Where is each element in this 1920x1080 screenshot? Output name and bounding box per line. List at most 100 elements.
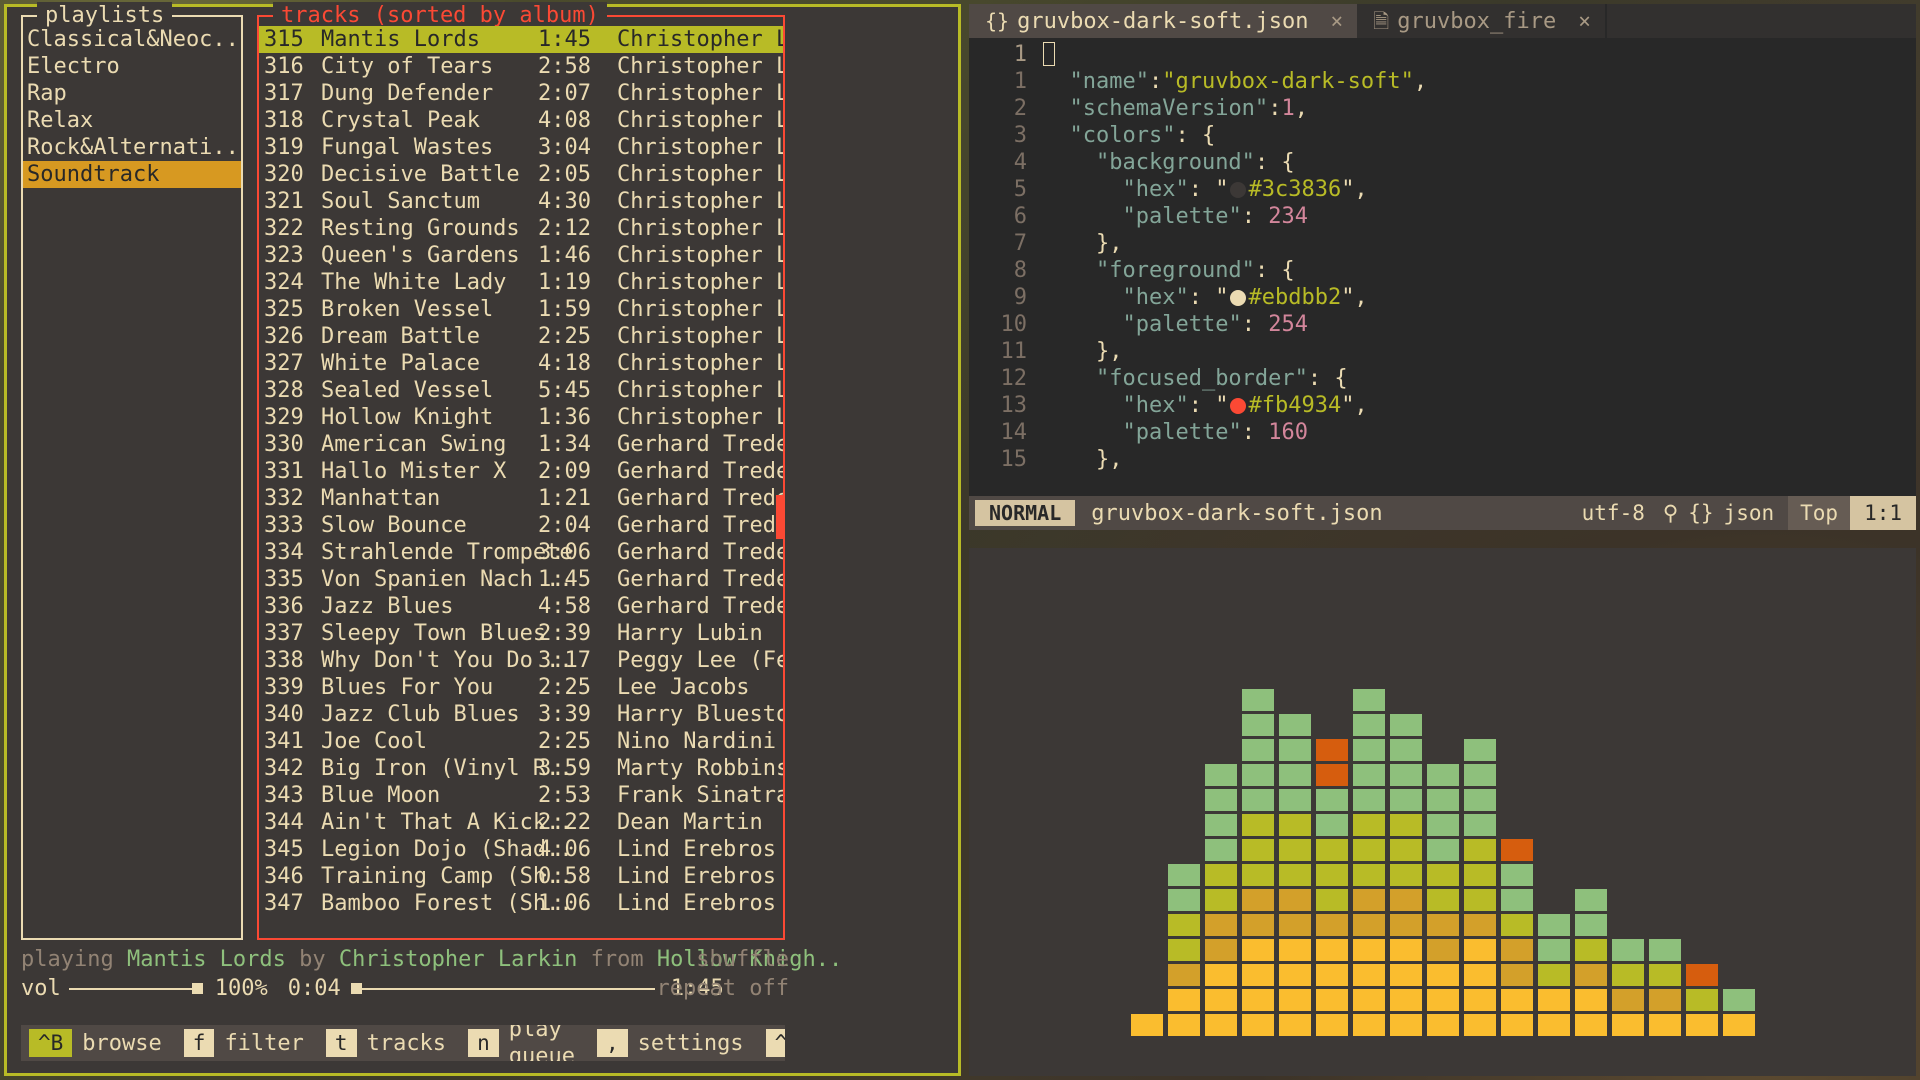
editor-line[interactable]: 1	[969, 41, 1916, 68]
track-row[interactable]: 335Von Spanien Nach ..1:45Gerhard Trede	[259, 566, 783, 593]
volume-slider[interactable]	[69, 983, 203, 994]
track-row[interactable]: 328Sealed Vessel5:45Christopher Lar..	[259, 377, 783, 404]
visualizer-bar-segment	[1501, 889, 1533, 911]
tracks-scrollbar[interactable]	[776, 495, 784, 539]
track-row[interactable]: 334Strahlende Trompete3:06Gerhard Trede	[259, 539, 783, 566]
track-number: 336	[259, 593, 321, 620]
editor-line[interactable]: 5 "hex": "#3c3836",	[969, 176, 1916, 203]
track-row[interactable]: 346Training Camp (Sh..0:58Lind Erebros	[259, 863, 783, 890]
line-content: "hex": "#fb4934",	[1043, 392, 1916, 419]
track-row[interactable]: 329Hollow Knight1:36Christopher Lar..	[259, 404, 783, 431]
playlist-item[interactable]: Electro	[23, 53, 241, 80]
track-row[interactable]: 341Joe Cool2:25Nino Nardini	[259, 728, 783, 755]
editor-filename: gruvbox-dark-soft.json	[1091, 500, 1382, 527]
keybind-play-queue[interactable]: nplay queue	[460, 1025, 589, 1061]
visualizer-bar-segment	[1316, 764, 1348, 786]
editor-line[interactable]: 1 "name":"gruvbox-dark-soft",	[969, 68, 1916, 95]
editor-line[interactable]: 3 "colors": {	[969, 122, 1916, 149]
visualizer-bar-segment	[1353, 964, 1385, 986]
keybind-browse[interactable]: ^Bbrowse	[21, 1025, 176, 1061]
track-row[interactable]: 337Sleepy Town Blues2:39Harry Lubin	[259, 620, 783, 647]
keybind-filter[interactable]: ffilter	[176, 1025, 318, 1061]
track-row[interactable]: 347Bamboo Forest (Sh..1:06Lind Erebros	[259, 890, 783, 917]
visualizer-bar-segment	[1575, 914, 1607, 936]
editor-line[interactable]: 4 "background": {	[969, 149, 1916, 176]
keybind-tracks[interactable]: ttracks	[318, 1025, 460, 1061]
track-row[interactable]: 333Slow Bounce2:04Gerhard Trede	[259, 512, 783, 539]
editor-line[interactable]: 14 "palette": 160	[969, 419, 1916, 446]
track-row[interactable]: 342Big Iron (Vinyl R..3:59Marty Robbins	[259, 755, 783, 782]
editor-line[interactable]: 6 "palette": 234	[969, 203, 1916, 230]
editor-line[interactable]: 12 "focused_border": {	[969, 365, 1916, 392]
keybind-extra[interactable]: ^D	[758, 1025, 785, 1061]
playlist-item[interactable]: Rap	[23, 80, 241, 107]
track-row[interactable]: 321Soul Sanctum4:30Christopher Lar..	[259, 188, 783, 215]
playlists-list[interactable]: Classical&Neoc..ElectroRapRelaxRock&Alte…	[23, 26, 241, 188]
track-row[interactable]: 332Manhattan1:21Gerhard Trede	[259, 485, 783, 512]
track-row[interactable]: 325Broken Vessel1:59Christopher Lar..	[259, 296, 783, 323]
track-row[interactable]: 344Ain't That A Kick..2:22Dean Martin	[259, 809, 783, 836]
editor-tabline[interactable]: {}gruvbox-dark-soft.json×🗎gruvbox_fire×	[969, 4, 1916, 38]
track-row[interactable]: 345Legion Dojo (Shad..4:06Lind Erebros	[259, 836, 783, 863]
visualizer-bar	[1353, 686, 1385, 1036]
editor-line[interactable]: 11 },	[969, 338, 1916, 365]
visualizer-bar-segment	[1242, 964, 1274, 986]
track-row[interactable]: 331Hallo Mister X2:09Gerhard Trede	[259, 458, 783, 485]
tab-close-icon[interactable]: ×	[1331, 8, 1344, 35]
editor-tab[interactable]: 🗎gruvbox_fire×	[1357, 4, 1605, 38]
visualizer-bar-segment	[1353, 914, 1385, 936]
track-row[interactable]: 340Jazz Club Blues3:39Harry Bluestone	[259, 701, 783, 728]
visualizer-bar-segment	[1501, 964, 1533, 986]
track-row[interactable]: 336Jazz Blues4:58Gerhard Trede	[259, 593, 783, 620]
track-row[interactable]: 316City of Tears2:58Christopher Lar..	[259, 53, 783, 80]
track-title: Queen's Gardens	[321, 242, 519, 269]
track-row[interactable]: 327White Palace4:18Christopher Lar..	[259, 350, 783, 377]
track-row[interactable]: 315Mantis Lords1:45Christopher Lar..	[259, 26, 783, 53]
track-row[interactable]: 322Resting Grounds2:12Christopher Lar..	[259, 215, 783, 242]
track-row[interactable]: 338Why Don't You Do ..3:17Peggy Lee (Fea…	[259, 647, 783, 674]
keybind-bar[interactable]: ^Bbrowseffilterttracksnplay queue,settin…	[21, 1025, 785, 1061]
visualizer-bar-segment	[1353, 889, 1385, 911]
track-row[interactable]: 317Dung Defender2:07Christopher Lar..	[259, 80, 783, 107]
visualizer-bar-segment	[1279, 989, 1311, 1011]
editor-line[interactable]: 8 "foreground": {	[969, 257, 1916, 284]
volume-slider-knob[interactable]	[192, 983, 203, 994]
seek-slider-knob[interactable]	[351, 983, 362, 994]
track-duration: 3:17	[519, 647, 591, 674]
seek-slider[interactable]	[351, 983, 655, 994]
playlists-panel[interactable]: playlists Classical&Neoc..ElectroRapRela…	[21, 15, 243, 940]
playlist-item[interactable]: Soundtrack	[23, 161, 241, 188]
playlist-item[interactable]: Rock&Alternati..	[23, 134, 241, 161]
track-row[interactable]: 320Decisive Battle2:05Christopher Lar..	[259, 161, 783, 188]
track-row[interactable]: 343Blue Moon2:53Frank Sinatra	[259, 782, 783, 809]
seek-slider-track[interactable]	[362, 988, 655, 990]
line-number: 11	[969, 338, 1043, 365]
line-number: 3	[969, 122, 1043, 149]
editor-line[interactable]: 7 },	[969, 230, 1916, 257]
track-artist: Lee Jacobs	[591, 674, 783, 701]
shuffle-toggle[interactable]: shuffle	[657, 945, 789, 974]
repeat-toggle[interactable]: repeat off	[657, 974, 789, 1003]
playlist-item[interactable]: Relax	[23, 107, 241, 134]
tabline-filler	[1605, 4, 1916, 38]
editor-buffer[interactable]: 11 "name":"gruvbox-dark-soft",2 "schemaV…	[969, 38, 1916, 496]
keybind-settings[interactable]: ,settings	[589, 1025, 758, 1061]
editor-line[interactable]: 2 "schemaVersion":1,	[969, 95, 1916, 122]
tracks-list[interactable]: 315Mantis Lords1:45Christopher Lar..316C…	[259, 26, 783, 917]
tracks-panel[interactable]: tracks (sorted by album) 315Mantis Lords…	[257, 15, 785, 940]
track-row[interactable]: 324The White Lady1:19Christopher Lar..	[259, 269, 783, 296]
editor-line[interactable]: 10 "palette": 254	[969, 311, 1916, 338]
track-row[interactable]: 318Crystal Peak4:08Christopher Lar..	[259, 107, 783, 134]
track-row[interactable]: 326Dream Battle2:25Christopher Lar..	[259, 323, 783, 350]
track-row[interactable]: 323Queen's Gardens1:46Christopher Lar..	[259, 242, 783, 269]
tab-close-icon[interactable]: ×	[1578, 8, 1591, 35]
track-row[interactable]: 339Blues For You2:25Lee Jacobs	[259, 674, 783, 701]
editor-line[interactable]: 15 },	[969, 446, 1916, 473]
volume-slider-track[interactable]	[69, 988, 192, 990]
track-row[interactable]: 319Fungal Wastes3:04Christopher Lar..	[259, 134, 783, 161]
track-row[interactable]: 330American Swing1:34Gerhard Trede	[259, 431, 783, 458]
editor-tab[interactable]: {}gruvbox-dark-soft.json×	[969, 4, 1357, 38]
editor-line[interactable]: 13 "hex": "#fb4934",	[969, 392, 1916, 419]
playlist-item[interactable]: Classical&Neoc..	[23, 26, 241, 53]
editor-line[interactable]: 9 "hex": "#ebdbb2",	[969, 284, 1916, 311]
